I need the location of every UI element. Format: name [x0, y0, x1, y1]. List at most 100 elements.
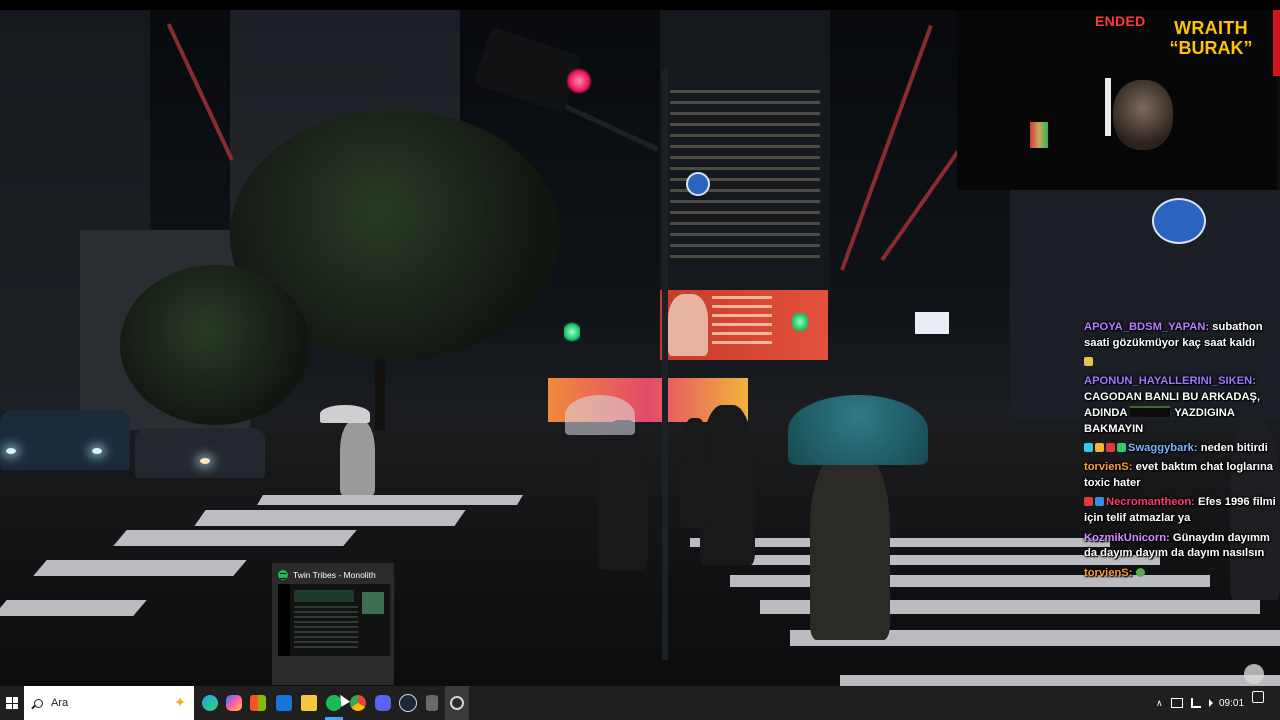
car: [135, 428, 265, 478]
spotify-icon: [278, 570, 288, 580]
chat-username: APONUN_HAYALLERINI_SIKEN:: [1084, 375, 1256, 388]
outlook-icon: [276, 695, 292, 711]
microphone-icon[interactable]: [1190, 698, 1201, 708]
obs-icon: [450, 696, 464, 710]
edge-icon: [202, 695, 218, 711]
streamer-face: [1113, 80, 1173, 150]
taskbar-search-box[interactable]: Ara ✦: [24, 686, 194, 720]
gift-emote-icon: [1084, 357, 1093, 367]
notification-center-icon[interactable]: [1252, 691, 1264, 703]
preview-header: Twin Tribes - Monolith: [278, 567, 392, 583]
audio-app-icon: [426, 695, 438, 711]
sword-badge-icon: [1084, 443, 1093, 453]
taskbar-app-store[interactable]: [246, 686, 270, 720]
streamer-logo-line1: WRAITH: [1174, 18, 1248, 38]
preview-title: Twin Tribes - Monolith: [293, 570, 376, 580]
car-headlight: [6, 448, 16, 454]
streamer-logo-line2: “BURAK”: [1169, 38, 1253, 58]
crown-badge-icon: [1095, 443, 1104, 453]
clover-badge-icon: [1117, 443, 1126, 453]
volume-icon[interactable]: [1208, 699, 1213, 707]
store-icon: [250, 695, 266, 711]
chat-text: neden bitirdi: [1197, 442, 1268, 455]
car-headlight: [92, 448, 102, 454]
network-icon[interactable]: [1170, 698, 1183, 708]
taskbar-clock[interactable]: 09:01: [1219, 686, 1244, 720]
chat-username: torvienS:: [1084, 461, 1133, 474]
chat-username: Swaggybark:: [1128, 442, 1198, 455]
crosswalk-stripe: [194, 510, 466, 526]
road-sign: [1152, 198, 1206, 244]
thumbnail-tracklist: [294, 606, 358, 650]
chat-username: KozmikUnicorn:: [1084, 531, 1170, 544]
discord-icon: [375, 695, 391, 711]
pedestrian: [340, 420, 375, 495]
chat-username: APOYA_BDSM_YAPAN:: [1084, 321, 1210, 333]
red-badge-icon: [1106, 443, 1115, 453]
billboard-face: [668, 294, 708, 356]
green-pedestrian-lamp: [792, 312, 808, 332]
taskbar-app-audio[interactable]: [420, 686, 444, 720]
crosswalk-stripe: [0, 600, 147, 616]
taskbar-app-steam[interactable]: [396, 686, 420, 720]
tree: [120, 265, 310, 425]
letterbox-bar: [0, 0, 1280, 10]
search-highlight-icon: ✦: [174, 694, 186, 710]
system-tray: ∧: [1156, 686, 1217, 720]
crosswalk-stripe: [257, 495, 523, 505]
crane: [840, 24, 933, 271]
overlay-edge-accent: [1273, 10, 1280, 76]
red-badge-icon: [1084, 497, 1093, 507]
crosswalk-stripe: [33, 560, 247, 576]
search-icon: [34, 698, 43, 708]
umbrella: [565, 395, 635, 435]
taskbar-app-chrome[interactable]: [346, 686, 370, 720]
webcam-ring-light: [1105, 78, 1111, 136]
chat-message: [1084, 355, 1276, 371]
subathon-status-label: ENDED: [1095, 13, 1146, 29]
chrome-icon: [350, 695, 366, 711]
webcam-background-light: [1030, 122, 1048, 148]
chat-username: torvienS:: [1084, 566, 1133, 579]
start-button[interactable]: [0, 686, 24, 720]
umbrella: [320, 405, 370, 423]
taskbar-app-edge[interactable]: [198, 686, 222, 720]
gmo-sign: [915, 312, 949, 334]
redacted-name: [1129, 405, 1170, 417]
chat-message: KozmikUnicorn: Günaydın dayımm da dayım …: [1084, 531, 1276, 563]
crane: [166, 23, 234, 161]
steam-icon: [399, 694, 417, 712]
umbrella: [788, 395, 928, 465]
pedestrian: [810, 450, 890, 640]
thumbnail-album-art: [362, 592, 384, 614]
chat-message: APOYA_BDSM_YAPAN: subathon saati gözükmü…: [1084, 320, 1276, 352]
taskbar-app-file-explorer[interactable]: [297, 686, 321, 720]
tray-overflow-chevron-icon[interactable]: ∧: [1156, 698, 1163, 709]
floating-steam-icon[interactable]: [1244, 664, 1264, 684]
search-placeholder: Ara: [51, 697, 69, 709]
chat-message: Swaggybark: neden bitirdi: [1084, 441, 1276, 457]
car-headlight: [200, 458, 210, 464]
chat-username: Necromantheon:: [1106, 496, 1195, 509]
desktop: ENDED WRAITH “BURAK” APOYA_BDSM_YAPAN: s…: [0, 0, 1280, 720]
traffic-light: [473, 26, 582, 114]
chat-message: Necromantheon: Efes 1996 filmi için teli…: [1084, 495, 1276, 527]
crosswalk-stripe: [840, 675, 1280, 686]
taskbar-app-discord[interactable]: [371, 686, 395, 720]
road-sign: [686, 172, 710, 196]
preview-thumbnail[interactable]: [278, 584, 390, 656]
chat-message: torvienS: evet baktım chat loglarına tox…: [1084, 460, 1276, 492]
green-pedestrian-lamp: [564, 322, 580, 342]
taskbar-app-copilot[interactable]: [222, 686, 246, 720]
chat-overlay: APOYA_BDSM_YAPAN: subathon saati gözükmü…: [1084, 320, 1276, 585]
taskbar-app-obs[interactable]: [445, 686, 469, 720]
chat-message: APONUN_HAYALLERINI_SIKEN: CAGODAN BANLI …: [1084, 374, 1276, 437]
traffic-pole: [662, 70, 668, 660]
copilot-icon: [226, 695, 242, 711]
blue-badge-icon: [1095, 497, 1104, 507]
car: [0, 410, 130, 470]
thumbnail-sidebar: [278, 584, 290, 656]
taskbar-app-outlook[interactable]: [272, 686, 296, 720]
file-explorer-icon: [301, 695, 317, 711]
pedestrian: [680, 418, 710, 528]
